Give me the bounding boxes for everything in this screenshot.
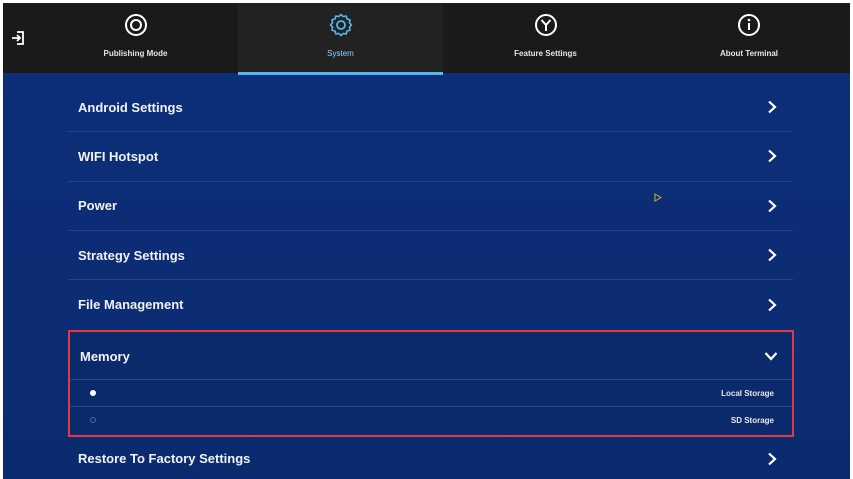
chevron-right-icon (768, 298, 777, 312)
active-tab-indicator (238, 72, 443, 75)
menu-item-android-settings[interactable]: Android Settings (68, 83, 793, 133)
info-icon (738, 14, 760, 36)
chevron-down-icon (764, 352, 778, 361)
menu-item-label: WIFI Hotspot (78, 148, 159, 164)
tab-publishing-mode[interactable]: Publishing Mode (33, 3, 238, 75)
menu-item-label: Restore To Factory Settings (78, 451, 251, 466)
menu-item-label: Strategy Settings (78, 247, 185, 263)
menu-item-strategy-settings[interactable]: Strategy Settings (68, 231, 793, 281)
menu-item-label: Memory (80, 349, 130, 364)
storage-option-label: Local Storage (721, 389, 774, 398)
menu-item-label: File Management (78, 297, 184, 313)
y-circle-icon (534, 14, 557, 36)
exit-icon (12, 31, 24, 45)
exit-button[interactable] (3, 3, 33, 73)
radio-unselected-icon[interactable] (90, 417, 96, 423)
chevron-right-icon (768, 100, 777, 114)
chevron-right-icon (768, 150, 777, 163)
menu-item-memory[interactable]: Memory (70, 332, 792, 380)
settings-menu: Android Settings WIFI Hotspot Power Stra… (68, 83, 793, 329)
memory-expanded-section: Memory Local Storage SD Storage (68, 330, 794, 437)
menu-item-restore-factory-settings[interactable]: Restore To Factory Settings (68, 437, 793, 479)
tab-label: About Terminal (719, 49, 779, 58)
chevron-right-icon (768, 199, 777, 213)
chevron-right-icon (768, 452, 777, 466)
play-icon (654, 193, 662, 202)
storage-option-sd[interactable]: SD Storage (70, 407, 792, 434)
tab-about-terminal[interactable]: About Terminal (648, 3, 850, 75)
tab-label: Feature Settings (514, 49, 577, 58)
gear-icon (329, 13, 352, 37)
menu-item-label: Power (78, 198, 118, 214)
tab-label: System (327, 49, 354, 58)
top-navigation-bar: Publishing Mode System Feature Settings (3, 3, 850, 75)
chevron-right-icon (768, 248, 777, 262)
menu-item-wifi-hotspot[interactable]: WIFI Hotspot (68, 132, 793, 182)
target-icon (124, 14, 147, 36)
menu-item-file-management[interactable]: File Management (68, 280, 793, 329)
tab-system[interactable]: System (238, 3, 443, 75)
storage-option-local[interactable]: Local Storage (70, 380, 792, 407)
storage-option-label: SD Storage (730, 416, 774, 425)
tab-feature-settings[interactable]: Feature Settings (443, 3, 648, 75)
radio-selected-icon[interactable] (90, 390, 96, 396)
tab-label: Publishing Mode (103, 49, 168, 58)
menu-item-power[interactable]: Power (68, 182, 793, 231)
menu-item-label: Android Settings (78, 99, 183, 115)
